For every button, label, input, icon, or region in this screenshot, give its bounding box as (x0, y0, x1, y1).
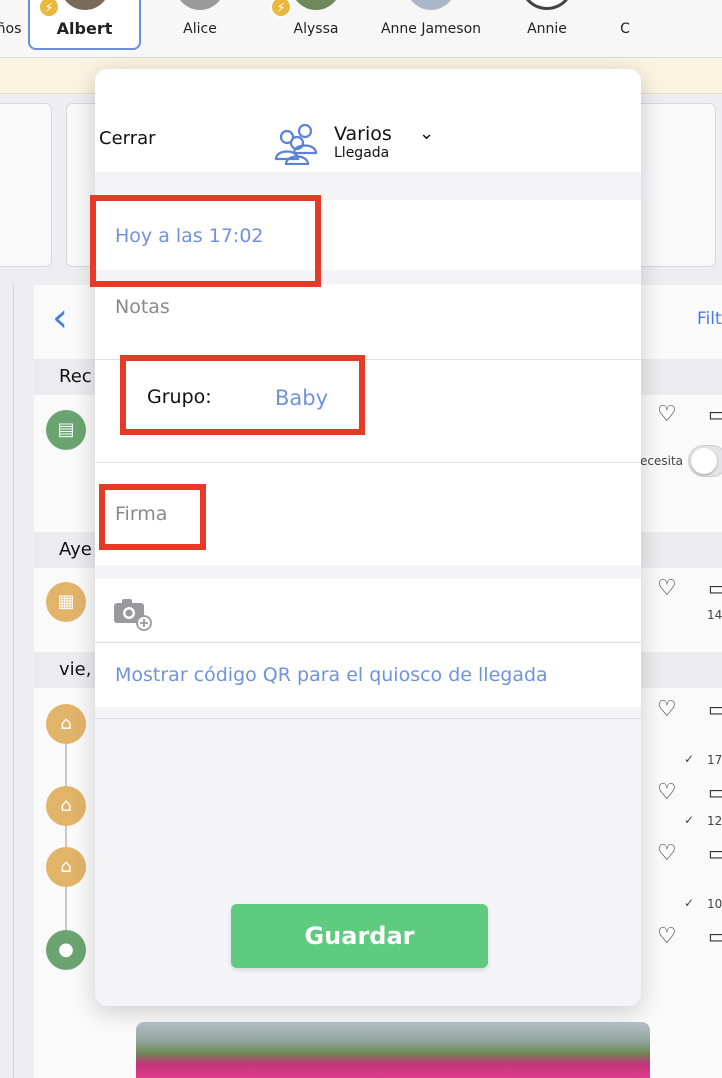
group-icon (274, 123, 318, 165)
section-label: Rec (59, 366, 92, 387)
timeline-line (65, 720, 67, 940)
heart-icon[interactable]: ♡ (657, 780, 677, 805)
checkin-type[interactable]: Varios (334, 123, 392, 145)
heart-icon[interactable]: ♡ (657, 402, 677, 427)
home-icon: ⌂ (46, 847, 86, 887)
kids-selector-bar: ños ⚡ Albert Alice ⚡ Alyssa Anne Jameson… (0, 0, 722, 58)
section-label: vie, (59, 659, 92, 680)
kid-tab-annie[interactable]: Annie (497, 0, 597, 50)
summary-card (0, 103, 52, 267)
comment-icon[interactable]: ▭ (708, 780, 722, 804)
kid-name: Annie (527, 21, 567, 37)
notes-field[interactable]: Notas (95, 284, 641, 359)
filter-link[interactable]: Filt (697, 309, 722, 329)
read-count: 10 (707, 897, 722, 911)
avatar (520, 0, 574, 10)
read-count: 17 (707, 753, 722, 767)
avatar (291, 0, 341, 10)
comment-icon[interactable]: ▭ (708, 924, 722, 948)
comment-icon[interactable]: ▭ (708, 841, 722, 865)
needs-toggle[interactable] (688, 445, 722, 477)
kid-name: Albert (56, 19, 113, 38)
checkin-subtype: Llegada (334, 145, 390, 161)
kid-name: Anne Jameson (380, 21, 482, 37)
kid-tab-albert[interactable]: ⚡ Albert (28, 0, 141, 50)
lightning-badge-icon: ⚡ (270, 0, 292, 18)
kid-tab-partial[interactable]: ños (0, 0, 24, 50)
avatar (406, 0, 456, 10)
lightning-badge-icon: ⚡ (38, 0, 60, 18)
heart-icon[interactable]: ♡ (657, 924, 677, 949)
needs-label: ecesita (640, 454, 684, 468)
comment-icon[interactable]: ▭ (708, 402, 722, 426)
chevron-down-icon[interactable]: ⌄ (419, 123, 434, 144)
close-button[interactable]: Cerrar (99, 128, 156, 149)
comment-count: 14 (707, 608, 722, 622)
checkmark-icon: ✓ (684, 896, 695, 910)
notes-placeholder: Notas (115, 296, 170, 318)
modal-header: Cerrar Varios Llegada ⌄ (95, 69, 641, 172)
highlight-box (120, 355, 365, 435)
checkmark-icon: ✓ (684, 752, 695, 766)
comment-icon[interactable]: ▭ (708, 697, 722, 721)
kid-tab-anne-jameson[interactable]: Anne Jameson (372, 0, 490, 50)
chat-icon: ● (46, 930, 86, 970)
qr-link[interactable]: Mostrar código QR para el quiosco de lle… (115, 664, 548, 686)
kid-tab-partial[interactable]: C (605, 0, 645, 50)
activity-photo (136, 1022, 650, 1078)
avatar (59, 0, 110, 10)
kid-name: Alyssa (293, 21, 339, 37)
qr-row[interactable]: Mostrar código QR para el quiosco de lle… (95, 643, 641, 707)
save-button[interactable]: Guardar (231, 904, 488, 968)
highlight-box (99, 484, 206, 550)
camera-add-icon[interactable] (112, 595, 152, 631)
clipboard-icon: ▤ (46, 410, 86, 450)
heart-icon[interactable]: ♡ (657, 841, 677, 866)
kid-name: C (620, 21, 630, 37)
checkmark-icon: ✓ (684, 813, 695, 827)
back-chevron-icon[interactable]: ‹ (52, 296, 68, 340)
read-count: 12 (707, 814, 722, 828)
kid-tab-alyssa[interactable]: ⚡ Alyssa (266, 0, 366, 50)
comment-icon[interactable]: ▭ (708, 576, 722, 600)
kid-name: Alice (183, 21, 217, 37)
home-icon: ⌂ (46, 704, 86, 744)
heart-icon[interactable]: ♡ (657, 697, 677, 722)
kid-tab-alice[interactable]: Alice (150, 0, 250, 50)
home-icon: ⌂ (46, 786, 86, 826)
photo-row[interactable] (95, 579, 641, 641)
section-label: Aye (59, 539, 92, 560)
calendar-icon: ▦ (46, 582, 86, 622)
divider (95, 718, 641, 719)
avatar (175, 0, 225, 10)
kid-name: ños (0, 21, 22, 37)
side-column (0, 285, 14, 1078)
heart-icon[interactable]: ♡ (657, 576, 677, 601)
highlight-box (90, 195, 321, 287)
